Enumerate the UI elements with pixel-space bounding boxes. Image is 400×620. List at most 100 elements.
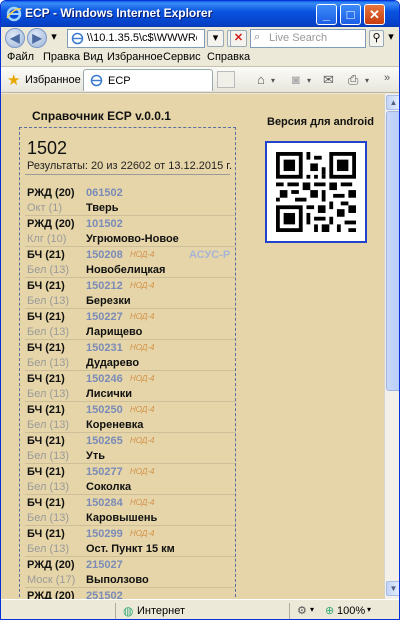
- esr-code-link[interactable]: 215027: [86, 559, 123, 571]
- maximize-button[interactable]: □: [340, 4, 361, 25]
- esr-code-link[interactable]: 150227: [86, 311, 123, 323]
- station-name: Ост. Пункт 15 км: [86, 543, 175, 555]
- station-entry: БЧ (21) Бел (13) 150231 НОД-4 Дударево: [25, 340, 235, 371]
- protected-mode-icon[interactable]: ⚙: [297, 604, 307, 617]
- region-label: Бел (13): [27, 264, 70, 276]
- mail-icon[interactable]: ✉: [323, 72, 334, 88]
- zoom-level[interactable]: 100%: [337, 605, 365, 617]
- results-summary: Результаты: 20 из 22602 от 13.12.2015 г.: [27, 160, 233, 172]
- esr-code-link[interactable]: 150208: [86, 249, 123, 261]
- railway-label: РЖД (20): [27, 187, 75, 199]
- nod-label: НОД-4: [130, 436, 155, 445]
- android-qr-code[interactable]: [265, 141, 367, 243]
- esr-code-link[interactable]: 150277: [86, 466, 123, 478]
- nod-label: НОД-4: [130, 405, 155, 414]
- app-title: Справочник ЕСР v.0.0.1: [32, 109, 171, 123]
- railway-label: БЧ (21): [27, 497, 65, 509]
- esr-code-link[interactable]: 150212: [86, 280, 123, 292]
- print-icon[interactable]: ⎙: [348, 72, 358, 88]
- esr-code-link[interactable]: 150231: [86, 342, 123, 354]
- menu-bar: Файл Правка Вид Избранное Сервис Справка: [1, 49, 399, 67]
- scrollbar-thumb[interactable]: [386, 111, 399, 391]
- chevron-down-icon[interactable]: ▾: [367, 605, 371, 614]
- station-name: Угрюмово-Новое: [86, 233, 179, 245]
- station-name: Выползово: [86, 574, 149, 586]
- address-field[interactable]: \\10.1.35.5\c$\WWWRo: [67, 29, 205, 48]
- esr-code-link[interactable]: 150284: [86, 497, 123, 509]
- scroll-down-arrow-icon[interactable]: ▼: [386, 581, 399, 596]
- status-bar: ◍ Интернет ⚙ ▾ ⊕ 100% ▾: [1, 599, 399, 619]
- minimize-button[interactable]: _: [316, 4, 337, 25]
- railway-label: БЧ (21): [27, 466, 65, 478]
- nod-label: НОД-4: [130, 529, 155, 538]
- stop-button[interactable]: ✕: [230, 30, 247, 47]
- menu-tools[interactable]: Сервис: [163, 51, 201, 63]
- live-search-icon: ⌕: [254, 31, 261, 43]
- home-icon[interactable]: ⌂: [257, 72, 265, 87]
- station-entry: БЧ (21) Бел (13) 150277 НОД-4 Соколка: [25, 464, 235, 495]
- station-entry: РЖД (20) Окт (1) 061502 Тверь: [25, 185, 235, 216]
- station-name: Березки: [86, 295, 131, 307]
- search-field[interactable]: ⌕ Live Search: [250, 29, 366, 48]
- esr-code-link[interactable]: 150265: [86, 435, 123, 447]
- back-button[interactable]: ◀: [5, 28, 25, 48]
- star-icon[interactable]: ★: [7, 71, 20, 89]
- chevron-down-icon[interactable]: ▾: [365, 76, 369, 85]
- railway-label: БЧ (21): [27, 311, 65, 323]
- scroll-up-arrow-icon[interactable]: ▲: [386, 95, 399, 110]
- railway-label: РЖД (20): [27, 218, 75, 230]
- esr-code-link[interactable]: 251502: [86, 590, 123, 599]
- station-entry: БЧ (21) Бел (13) 150250 НОД-4 Кореневка: [25, 402, 235, 433]
- vertical-scrollbar[interactable]: ▲ ▼: [384, 94, 399, 599]
- page-content: Справочник ЕСР v.0.0.1 Версия для androi…: [1, 94, 384, 599]
- divider: [289, 603, 290, 619]
- railway-label: БЧ (21): [27, 373, 65, 385]
- page-icon: [90, 74, 103, 87]
- region-label: Бел (13): [27, 450, 70, 462]
- forward-button[interactable]: ▶: [27, 28, 47, 48]
- history-dropdown-button[interactable]: ▾: [48, 30, 60, 47]
- menu-view[interactable]: Вид: [83, 51, 103, 63]
- region-label: Окт (1): [27, 202, 63, 214]
- menu-favorites[interactable]: Избранное: [107, 51, 163, 63]
- zoom-icon[interactable]: ⊕: [325, 604, 334, 617]
- title-bar[interactable]: ЕСР - Windows Internet Explorer _ □ ✕: [1, 1, 399, 27]
- menu-file[interactable]: Файл: [7, 51, 34, 63]
- favorites-button[interactable]: Избранное: [25, 74, 81, 86]
- esr-code-link[interactable]: 061502: [86, 187, 123, 199]
- menu-edit[interactable]: Правка: [43, 51, 80, 63]
- chevron-down-icon[interactable]: ▾: [271, 76, 275, 85]
- esr-code-link[interactable]: 101502: [86, 218, 123, 230]
- railway-label: РЖД (20): [27, 590, 75, 599]
- search-options-button[interactable]: ▾: [385, 30, 397, 47]
- search-button[interactable]: ⚲: [369, 30, 384, 47]
- chevron-down-icon[interactable]: ▾: [310, 605, 314, 614]
- address-dropdown-button[interactable]: ▾: [207, 30, 224, 47]
- new-tab-button[interactable]: [217, 71, 235, 88]
- window-title: ЕСР - Windows Internet Explorer: [25, 6, 213, 20]
- close-button[interactable]: ✕: [364, 4, 385, 25]
- station-entry: РЖД (20) Клг (10) 101502 Угрюмово-Новое: [25, 216, 235, 247]
- browser-window: ЕСР - Windows Internet Explorer _ □ ✕ ◀ …: [0, 0, 400, 620]
- esr-code-link[interactable]: 150299: [86, 528, 123, 540]
- chevron-down-icon: ▾: [212, 32, 219, 44]
- station-entry: БЧ (21) Бел (13) 150227 НОД-4 Ларищево: [25, 309, 235, 340]
- railway-label: БЧ (21): [27, 342, 65, 354]
- address-toolbar: ◀ ▶ ▾ \\10.1.35.5\c$\WWWRo ▾ ✕ ⌕ Live Se…: [1, 27, 399, 49]
- chevron-down-icon: ▾: [51, 31, 57, 43]
- nod-label: НОД-4: [130, 281, 155, 290]
- tab-esr[interactable]: ЕСР: [83, 69, 213, 91]
- chevron-down-icon[interactable]: ▾: [307, 76, 311, 85]
- station-entry: РЖД (20) Моск (17) 215027 Выползово: [25, 557, 235, 588]
- rss-feed-icon[interactable]: ◙: [292, 72, 300, 87]
- station-entry: РЖД (20) 251502: [25, 588, 235, 599]
- results-list: РЖД (20) Окт (1) 061502 Тверь РЖД (20) Клг (1…: [25, 185, 235, 599]
- nod-label: НОД-4: [130, 312, 155, 321]
- menu-help[interactable]: Справка: [207, 51, 250, 63]
- esr-code-link[interactable]: 150246: [86, 373, 123, 385]
- esr-code-link[interactable]: 150250: [86, 404, 123, 416]
- region-label: Бел (13): [27, 419, 70, 431]
- region-label: Бел (13): [27, 295, 70, 307]
- more-tools-icon[interactable]: »: [384, 72, 390, 84]
- station-entry: БЧ (21) Бел (13) 150212 НОД-4 Березки: [25, 278, 235, 309]
